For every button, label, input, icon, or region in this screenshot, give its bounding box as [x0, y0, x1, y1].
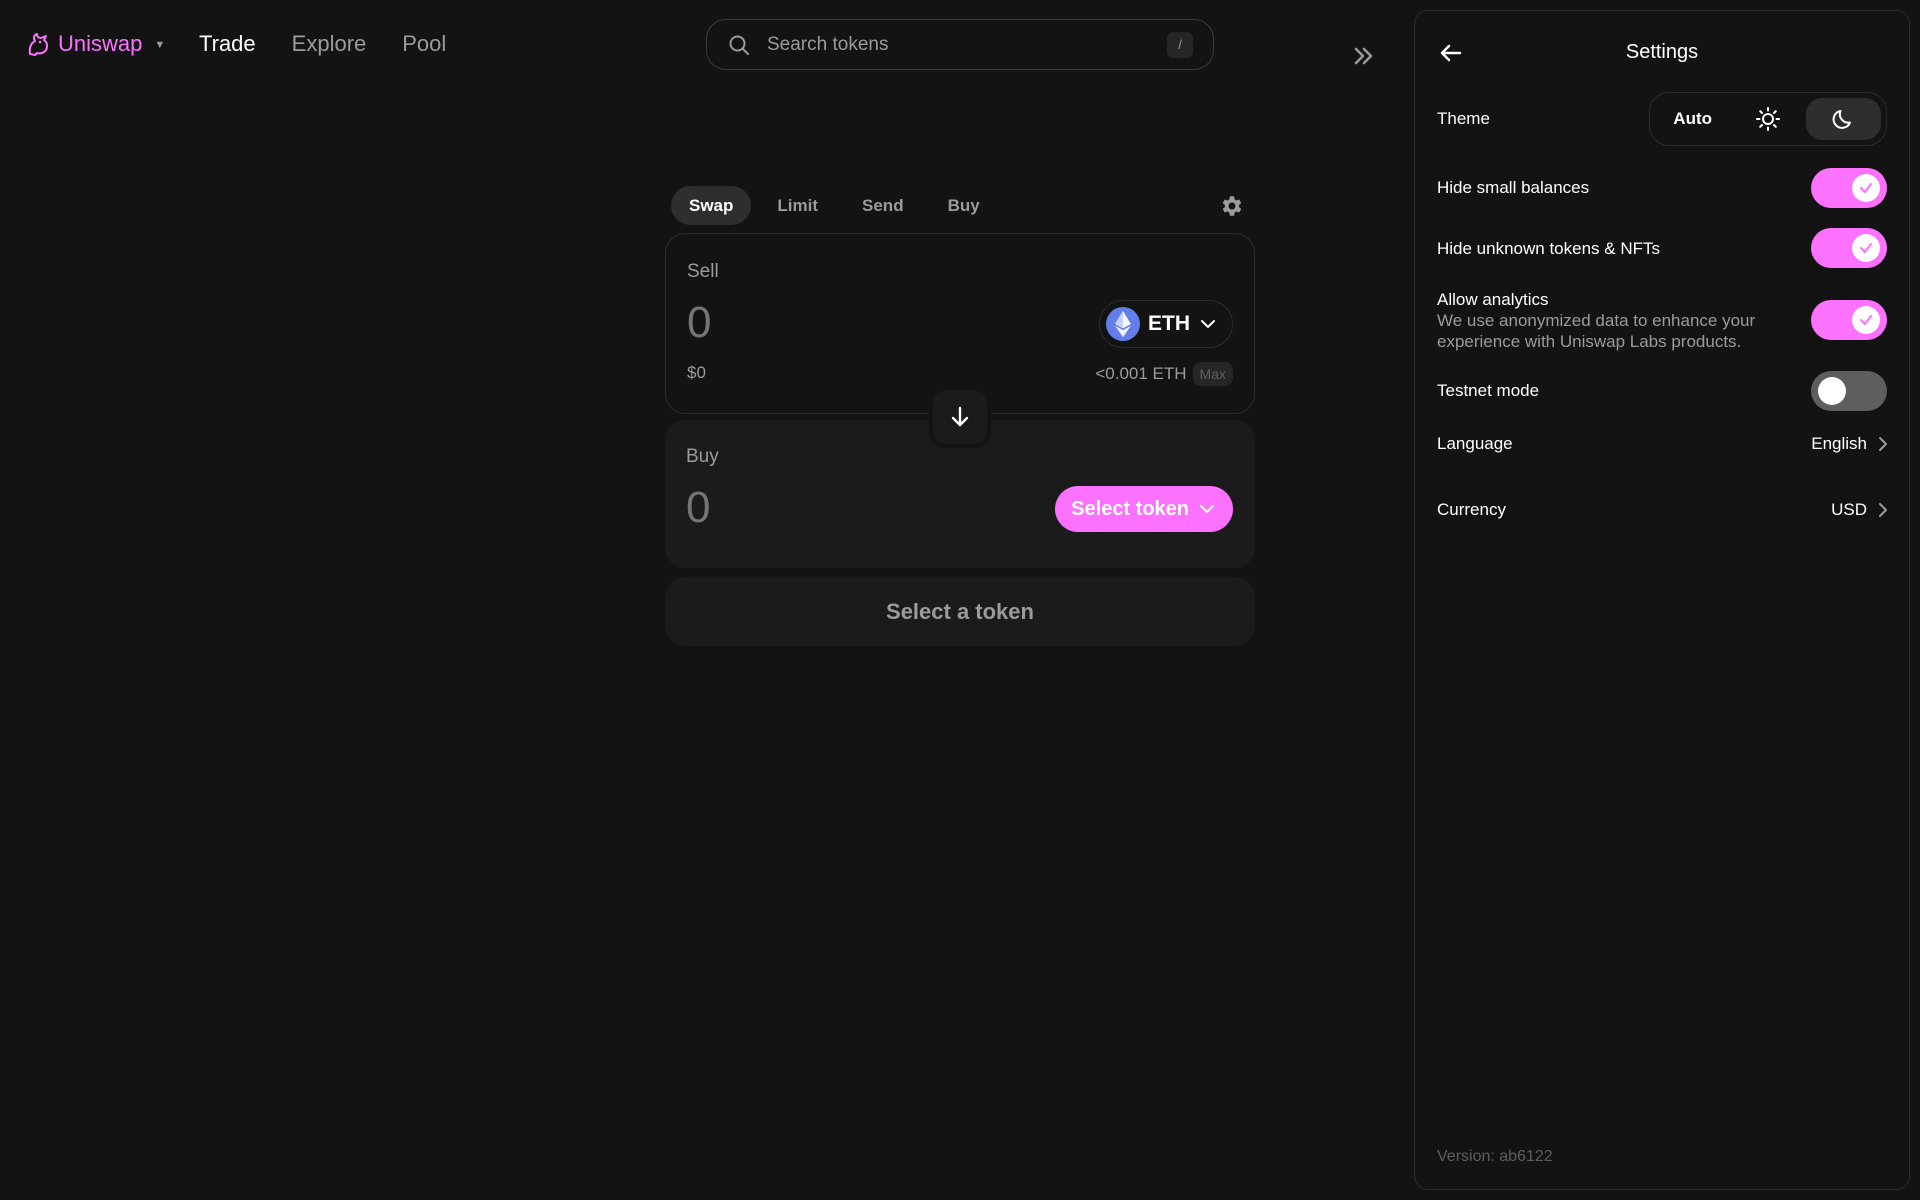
chevron-right-icon: [1879, 437, 1887, 451]
select-a-token-button[interactable]: Select a token: [665, 577, 1255, 646]
allow-analytics-label: Allow analytics: [1437, 290, 1549, 309]
search-icon: [729, 35, 749, 55]
sell-balance-text: <0.001 ETH: [1095, 364, 1187, 383]
tab-limit[interactable]: Limit: [759, 186, 836, 225]
arrow-down-icon: [951, 406, 969, 427]
flip-tokens-button[interactable]: [933, 390, 987, 444]
nav-link-pool[interactable]: Pool: [402, 31, 446, 57]
theme-label: Theme: [1437, 109, 1490, 128]
app-page: Uniswap ▼ Trade Explore Pool / Swap Limi…: [0, 0, 1920, 1200]
version-text: Version: ab6122: [1437, 1148, 1553, 1165]
check-icon: [1860, 315, 1872, 325]
search-bar[interactable]: /: [706, 19, 1214, 70]
nav-links: Trade Explore Pool: [199, 31, 446, 57]
buy-amount-input[interactable]: [686, 483, 986, 533]
search-shortcut-key: /: [1167, 31, 1193, 58]
check-icon: [1860, 243, 1872, 253]
sell-token-selector[interactable]: ETH: [1099, 300, 1233, 348]
buy-label: Buy: [686, 446, 719, 467]
brand-name: Uniswap: [58, 31, 143, 56]
double-chevron-right-icon[interactable]: [1350, 42, 1378, 70]
search-input[interactable]: [767, 33, 1167, 56]
language-selector[interactable]: English: [1811, 434, 1889, 454]
settings-title: Settings: [1625, 41, 1699, 63]
hide-small-balances-label: Hide small balances: [1437, 178, 1590, 197]
uniswap-unicorn-icon: [28, 33, 49, 56]
hide-small-balances-toggle[interactable]: [1811, 168, 1887, 208]
chevron-down-icon: [1201, 320, 1215, 328]
sell-fiat-value: $0: [687, 363, 706, 382]
chevron-down-icon: [1200, 505, 1214, 513]
nav-link-trade[interactable]: Trade: [199, 31, 256, 57]
sell-amount-input[interactable]: [687, 298, 987, 348]
sell-label: Sell: [687, 261, 719, 282]
language-label: Language: [1437, 434, 1513, 453]
sun-icon: [1755, 107, 1780, 131]
theme-auto-label: Auto: [1673, 109, 1713, 128]
tab-send[interactable]: Send: [844, 186, 922, 225]
gear-icon[interactable]: [1218, 193, 1244, 219]
currency-label: Currency: [1437, 500, 1506, 519]
check-icon: [1860, 183, 1872, 193]
testnet-mode-label: Testnet mode: [1437, 381, 1540, 400]
eth-token-icon: [1106, 307, 1140, 341]
moon-icon: [1832, 110, 1852, 129]
tab-buy[interactable]: Buy: [930, 186, 998, 225]
currency-selector[interactable]: USD: [1831, 500, 1889, 520]
toggle-knob: [1818, 377, 1846, 405]
sell-token-symbol: ETH: [1148, 312, 1190, 335]
settings-drawer: Settings Theme Auto Hide small balances …: [1414, 10, 1910, 1190]
max-button[interactable]: Max: [1192, 362, 1233, 386]
theme-selector: Auto: [1649, 92, 1887, 146]
currency-value: USD: [1831, 500, 1867, 519]
nav-link-explore[interactable]: Explore: [292, 31, 367, 57]
swap-tabs: Swap Limit Send Buy: [671, 186, 998, 225]
tab-swap[interactable]: Swap: [671, 186, 752, 225]
brand-menu[interactable]: Uniswap ▼: [24, 30, 165, 58]
hide-unknown-tokens-toggle[interactable]: [1811, 228, 1887, 268]
select-token-label: Select token: [1071, 497, 1189, 520]
sell-balance: <0.001 ETH Max: [1095, 362, 1233, 386]
chevron-right-icon: [1879, 503, 1887, 517]
toggle-knob: [1852, 174, 1880, 202]
theme-option-dark[interactable]: [1805, 98, 1881, 140]
allow-analytics-toggle[interactable]: [1811, 300, 1887, 340]
theme-option-light[interactable]: [1730, 98, 1805, 140]
testnet-mode-toggle[interactable]: [1811, 371, 1887, 411]
language-value: English: [1811, 434, 1867, 453]
select-token-button[interactable]: Select token: [1055, 486, 1233, 532]
toggle-knob: [1852, 306, 1880, 334]
caret-down-icon: ▼: [154, 39, 166, 51]
top-nav: Uniswap ▼ Trade Explore Pool /: [0, 0, 1400, 90]
theme-option-auto[interactable]: Auto: [1655, 98, 1730, 140]
toggle-knob: [1852, 234, 1880, 262]
allow-analytics-description: We use anonymized data to enhance your e…: [1437, 311, 1756, 351]
hide-unknown-tokens-label: Hide unknown tokens & NFTs: [1437, 239, 1660, 258]
